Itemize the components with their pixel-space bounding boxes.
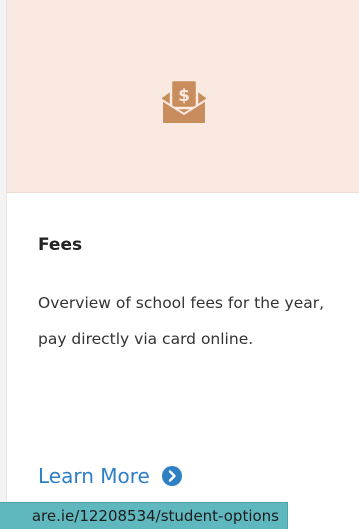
card-hero: $ <box>7 0 359 193</box>
card-description: Overview of school fees for the year, pa… <box>38 294 325 348</box>
fees-card: $ Fees Overview of school fees for the y… <box>6 0 359 529</box>
card-title: Fees <box>38 235 83 255</box>
browser-status-url: are.ie/12208534/student-options <box>0 502 288 529</box>
card-body: Fees Overview of school fees for the yea… <box>7 233 359 357</box>
learn-more-label: Learn More <box>38 464 150 488</box>
page: $ Fees Overview of school fees for the y… <box>0 0 359 529</box>
envelope-dollar-icon: $ <box>161 78 207 125</box>
learn-more-link[interactable]: Learn More <box>38 463 182 489</box>
svg-text:$: $ <box>178 86 190 106</box>
chevron-right-circle-icon <box>161 466 182 486</box>
